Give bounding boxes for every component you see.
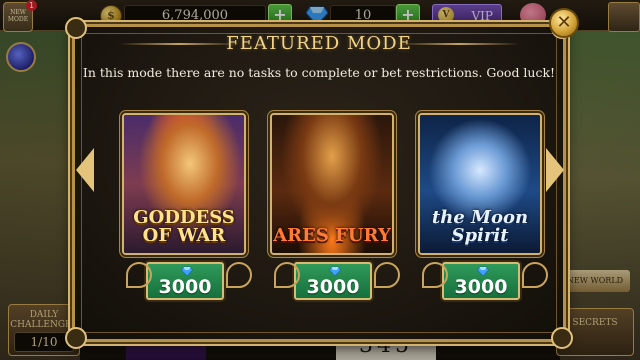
game-card-moon-spirit[interactable]: the Moon Spirit xyxy=(418,113,542,255)
scroll-ornament xyxy=(374,262,400,288)
price-button-moon-spirit[interactable]: 3000 xyxy=(442,262,520,300)
price-button-ares-fury[interactable]: 3000 xyxy=(294,262,372,300)
gem-icon xyxy=(477,266,489,276)
game-title: ARES FURY xyxy=(273,225,391,246)
scroll-ornament xyxy=(422,262,448,288)
scroll-ornament xyxy=(226,262,252,288)
gem-icon xyxy=(329,266,341,276)
gem-icon xyxy=(181,266,193,276)
corner-ornament xyxy=(65,327,87,349)
game-title: the Moon Spirit xyxy=(431,207,529,246)
game-card-goddess-of-war[interactable]: GODDESS OF WAR xyxy=(122,113,246,255)
dialog-title: FEATURED MODE xyxy=(226,33,412,54)
previous-arrow-button[interactable] xyxy=(76,148,94,192)
game-card-ares-fury[interactable]: ARES FURY xyxy=(270,113,394,255)
dialog-description: In this mode there are no tasks to compl… xyxy=(82,65,556,80)
scroll-ornament xyxy=(274,262,300,288)
corner-ornament xyxy=(551,327,573,349)
scroll-ornament xyxy=(126,262,152,288)
price-value: 3000 xyxy=(454,276,508,298)
price-value: 3000 xyxy=(306,276,360,298)
scroll-ornament xyxy=(522,262,548,288)
price-value: 3000 xyxy=(158,276,212,298)
next-arrow-button[interactable] xyxy=(546,148,564,192)
close-button[interactable]: ✕ xyxy=(549,8,579,38)
game-title: GODDESS OF WAR xyxy=(133,207,235,246)
price-button-goddess-of-war[interactable]: 3000 xyxy=(146,262,224,300)
